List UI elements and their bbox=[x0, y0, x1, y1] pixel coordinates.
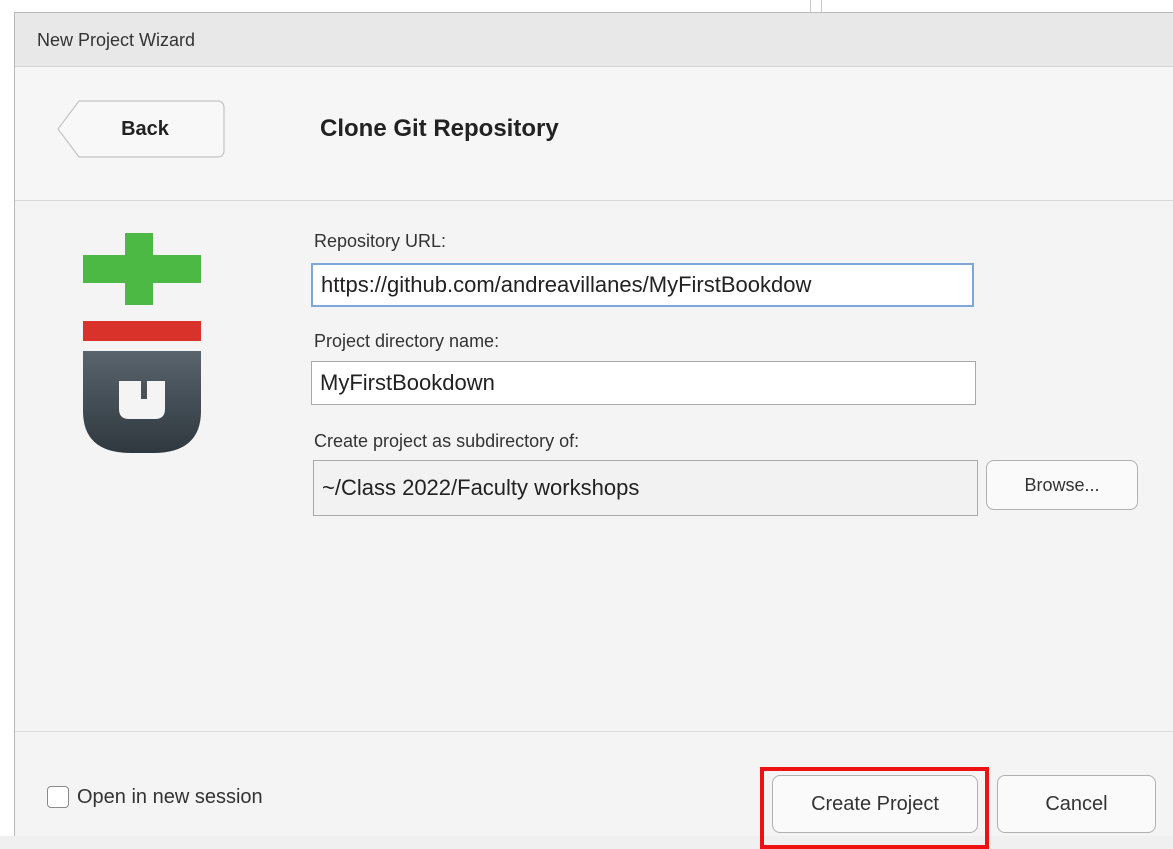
window-title: New Project Wizard bbox=[37, 30, 196, 50]
repo-url-label: Repository URL: bbox=[314, 231, 447, 251]
open-new-session-label: Open in new session bbox=[77, 785, 263, 808]
subdir-input[interactable] bbox=[313, 460, 978, 516]
new-project-dialog: New Project Wizard Back Clone Git Reposi… bbox=[14, 12, 1173, 849]
browse-button[interactable]: Browse... bbox=[986, 460, 1138, 510]
back-button[interactable]: Back bbox=[57, 100, 225, 158]
title-bar: New Project Wizard bbox=[15, 13, 1173, 67]
create-project-button[interactable]: Create Project bbox=[772, 775, 978, 833]
repo-url-input[interactable] bbox=[311, 263, 974, 307]
cancel-button[interactable]: Cancel bbox=[997, 775, 1156, 833]
subdir-label: Create project as subdirectory of: bbox=[314, 431, 580, 451]
open-new-session-checkbox[interactable] bbox=[47, 786, 69, 808]
git-logo-icon bbox=[83, 233, 203, 458]
wizard-header: Back Clone Git Repository bbox=[15, 67, 1173, 201]
project-dir-label: Project directory name: bbox=[314, 331, 500, 351]
page-title: Clone Git Repository bbox=[320, 115, 559, 142]
project-dir-input[interactable] bbox=[311, 361, 976, 405]
footer-divider bbox=[15, 731, 1173, 732]
back-button-label: Back bbox=[121, 118, 169, 140]
open-new-session-option[interactable]: Open in new session bbox=[47, 783, 263, 811]
background-divider bbox=[810, 0, 822, 12]
